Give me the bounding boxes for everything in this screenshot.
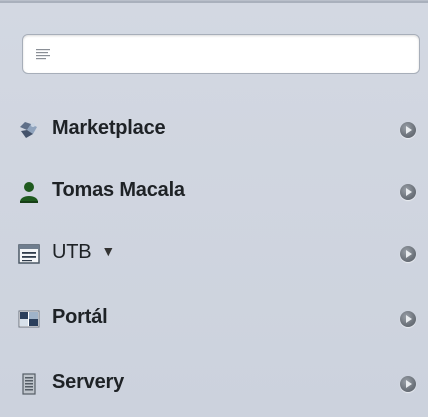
nav-item-servers[interactable]: Servery [0,359,428,409]
server-icon [22,373,36,395]
nav-label-portal: Portál [52,306,108,328]
nav-item-utb[interactable]: UTB ▼ [0,229,428,279]
nav-label-user: Tomas Macala [52,179,185,201]
list-window-icon [18,244,40,264]
expand-arrow-icon[interactable] [400,376,416,392]
top-border [0,1,428,3]
marketplace-icon [20,122,37,138]
utb-label-text: UTB [52,241,92,263]
nav-label-servers: Servery [52,371,124,393]
portal-icon [18,310,40,328]
dropdown-caret-icon[interactable]: ▼ [101,243,115,259]
sidebar-panel: Marketplace Tomas Macala UTB ▼ Portál Se… [0,0,428,417]
nav-label-utb: UTB ▼ [52,241,115,264]
search-box[interactable] [22,34,420,74]
nav-label-marketplace: Marketplace [52,117,166,139]
expand-arrow-icon[interactable] [400,246,416,262]
expand-arrow-icon[interactable] [400,184,416,200]
lines-icon [36,49,50,60]
nav-item-marketplace[interactable]: Marketplace [0,105,428,155]
expand-arrow-icon[interactable] [400,311,416,327]
user-icon [20,182,38,203]
nav-item-user[interactable]: Tomas Macala [0,167,428,217]
nav-item-portal[interactable]: Portál [0,294,428,344]
expand-arrow-icon[interactable] [400,122,416,138]
search-input[interactable] [59,41,413,69]
